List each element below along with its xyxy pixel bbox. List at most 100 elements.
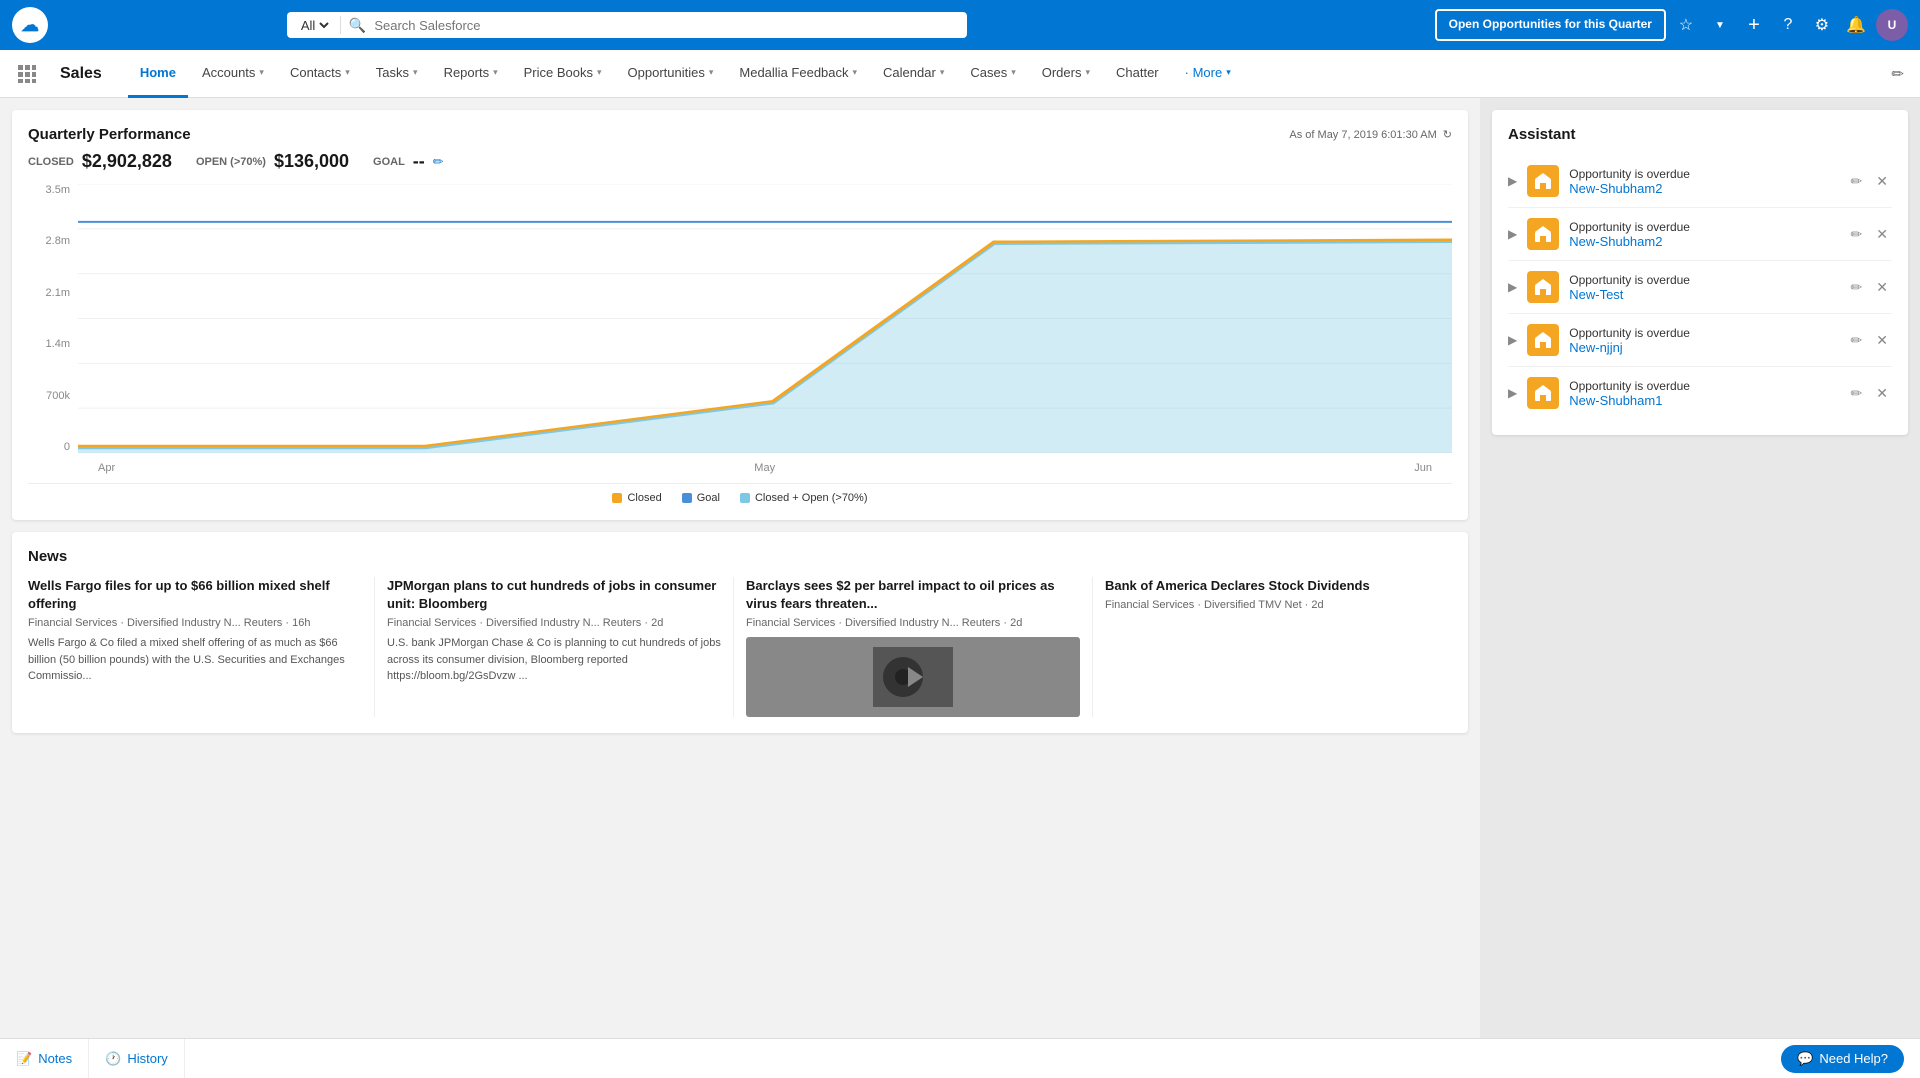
stat-closed: CLOSED $2,902,828 bbox=[28, 151, 172, 172]
notifications-icon[interactable]: 🔔 bbox=[1842, 11, 1870, 39]
history-item[interactable]: 🕐 History bbox=[89, 1039, 185, 1078]
news-headline-0[interactable]: Wells Fargo files for up to $66 billion … bbox=[28, 577, 362, 613]
opp-link-3[interactable]: New-njjnj bbox=[1569, 340, 1836, 355]
nav-edit-icon[interactable]: ✏ bbox=[1887, 61, 1908, 87]
close-button-3[interactable]: ✕ bbox=[1872, 330, 1892, 351]
assistant-chevron-2[interactable]: ▶ bbox=[1508, 280, 1517, 294]
left-panel: Quarterly Performance As of May 7, 2019 … bbox=[0, 98, 1480, 1038]
nav-item-chatter[interactable]: Chatter bbox=[1104, 50, 1171, 98]
open-opportunities-button[interactable]: Open Opportunities for this Quarter bbox=[1435, 9, 1666, 41]
y-label-2-1m: 2.1m bbox=[46, 287, 70, 299]
nav-label-opportunities: Opportunities bbox=[628, 65, 705, 80]
pricebooks-chevron-icon: ▾ bbox=[597, 67, 602, 78]
nav-label-chatter: Chatter bbox=[1116, 65, 1159, 80]
nav-label-cases: Cases bbox=[970, 65, 1007, 80]
edit-button-2[interactable]: ✏ bbox=[1847, 277, 1867, 298]
avatar[interactable]: U bbox=[1876, 9, 1908, 41]
close-button-2[interactable]: ✕ bbox=[1872, 277, 1892, 298]
nav-label-tasks: Tasks bbox=[376, 65, 409, 80]
edit-button-1[interactable]: ✏ bbox=[1847, 224, 1867, 245]
legend-label-open: Closed + Open (>70%) bbox=[755, 492, 868, 504]
assistant-chevron-1[interactable]: ▶ bbox=[1508, 227, 1517, 241]
open-value: $136,000 bbox=[274, 151, 349, 172]
news-headline-3[interactable]: Bank of America Declares Stock Dividends bbox=[1105, 577, 1440, 595]
assistant-item-0: ▶ Opportunity is overdue New-Shubham2 ✏ … bbox=[1508, 155, 1892, 208]
goal-edit-icon[interactable]: ✏ bbox=[433, 154, 444, 170]
assistant-icon-2 bbox=[1527, 271, 1559, 303]
calendar-chevron-icon: ▾ bbox=[940, 67, 945, 78]
salesforce-logo[interactable]: ☁ bbox=[12, 7, 48, 43]
edit-button-4[interactable]: ✏ bbox=[1847, 383, 1867, 404]
cases-chevron-icon: ▾ bbox=[1011, 67, 1016, 78]
close-button-1[interactable]: ✕ bbox=[1872, 224, 1892, 245]
search-divider bbox=[340, 16, 341, 34]
nav-item-accounts[interactable]: Accounts ▾ bbox=[190, 50, 276, 98]
news-meta-1: Financial Services · Diversified Industr… bbox=[387, 617, 721, 629]
nav-item-contacts[interactable]: Contacts ▾ bbox=[278, 50, 362, 98]
search-filter-select[interactable]: All bbox=[297, 17, 332, 34]
nav-item-more[interactable]: · More ▾ bbox=[1173, 50, 1243, 98]
news-headline-2[interactable]: Barclays sees $2 per barrel impact to oi… bbox=[746, 577, 1080, 613]
nav-item-pricebooks[interactable]: Price Books ▾ bbox=[512, 50, 614, 98]
app-launcher-icon[interactable] bbox=[12, 59, 42, 89]
close-button-0[interactable]: ✕ bbox=[1872, 171, 1892, 192]
assistant-actions-0: ✏ ✕ bbox=[1847, 171, 1892, 192]
assistant-text-0: Opportunity is overdue New-Shubham2 bbox=[1569, 167, 1836, 196]
favorites-icon[interactable]: ☆ bbox=[1672, 11, 1700, 39]
nav-item-home[interactable]: Home bbox=[128, 50, 188, 98]
chart-y-labels: 3.5m 2.8m 2.1m 1.4m 700k 0 bbox=[28, 184, 78, 453]
settings-icon[interactable]: ⚙ bbox=[1808, 11, 1836, 39]
edit-button-3[interactable]: ✏ bbox=[1847, 330, 1867, 351]
nav-item-cases[interactable]: Cases ▾ bbox=[958, 50, 1027, 98]
opp-link-2[interactable]: New-Test bbox=[1569, 287, 1836, 302]
history-label: History bbox=[127, 1051, 167, 1066]
refresh-icon[interactable]: ↻ bbox=[1443, 128, 1452, 141]
nav-label-accounts: Accounts bbox=[202, 65, 255, 80]
opportunities-chevron-icon: ▾ bbox=[709, 67, 714, 78]
add-icon[interactable]: + bbox=[1740, 11, 1768, 39]
notes-icon: 📝 bbox=[16, 1051, 32, 1067]
help-icon[interactable]: ? bbox=[1774, 11, 1802, 39]
nav-item-calendar[interactable]: Calendar ▾ bbox=[871, 50, 956, 98]
nav-item-medallia[interactable]: Medallia Feedback ▾ bbox=[727, 50, 869, 98]
overdue-text-4: Opportunity is overdue bbox=[1569, 379, 1836, 393]
bottom-bar: 📝 Notes 🕐 History 💬 Need Help? bbox=[0, 1038, 1920, 1078]
top-bar: ☁ All 🔍 Open Opportunities for this Quar… bbox=[0, 0, 1920, 50]
assistant-item-2: ▶ Opportunity is overdue New-Test ✏ ✕ bbox=[1508, 261, 1892, 314]
favorites-dropdown-icon[interactable]: ▼ bbox=[1706, 11, 1734, 39]
nav-item-tasks[interactable]: Tasks ▾ bbox=[364, 50, 430, 98]
assistant-actions-2: ✏ ✕ bbox=[1847, 277, 1892, 298]
performance-card-header: Quarterly Performance As of May 7, 2019 … bbox=[28, 126, 1452, 143]
medallia-chevron-icon: ▾ bbox=[853, 67, 858, 78]
search-input[interactable] bbox=[374, 18, 957, 33]
nav-item-opportunities[interactable]: Opportunities ▾ bbox=[616, 50, 726, 98]
chart-x-labels: Apr May Jun bbox=[78, 453, 1452, 483]
stat-open: OPEN (>70%) $136,000 bbox=[196, 151, 349, 172]
close-button-4[interactable]: ✕ bbox=[1872, 383, 1892, 404]
opp-link-4[interactable]: New-Shubham1 bbox=[1569, 393, 1836, 408]
notes-label: Notes bbox=[38, 1051, 72, 1066]
assistant-chevron-3[interactable]: ▶ bbox=[1508, 333, 1517, 347]
history-icon: 🕐 bbox=[105, 1051, 121, 1067]
need-help-button[interactable]: 💬 Need Help? bbox=[1781, 1045, 1904, 1073]
legend-open: Closed + Open (>70%) bbox=[740, 492, 868, 504]
news-meta-2: Financial Services · Diversified Industr… bbox=[746, 617, 1080, 629]
notes-item[interactable]: 📝 Notes bbox=[16, 1039, 89, 1078]
nav-item-reports[interactable]: Reports ▾ bbox=[432, 50, 510, 98]
opp-link-0[interactable]: New-Shubham2 bbox=[1569, 181, 1836, 196]
search-icon: 🔍 bbox=[349, 17, 366, 34]
overdue-text-0: Opportunity is overdue bbox=[1569, 167, 1836, 181]
edit-button-0[interactable]: ✏ bbox=[1847, 171, 1867, 192]
assistant-chevron-0[interactable]: ▶ bbox=[1508, 174, 1517, 188]
nav-label-calendar: Calendar bbox=[883, 65, 936, 80]
closed-value: $2,902,828 bbox=[82, 151, 172, 172]
chart-svg-area bbox=[78, 184, 1452, 453]
nav-item-orders[interactable]: Orders ▾ bbox=[1030, 50, 1102, 98]
nav-label-pricebooks: Price Books bbox=[524, 65, 593, 80]
assistant-card: Assistant ▶ Opportunity is overdue New-S… bbox=[1492, 110, 1908, 435]
news-headline-1[interactable]: JPMorgan plans to cut hundreds of jobs i… bbox=[387, 577, 721, 613]
assistant-text-1: Opportunity is overdue New-Shubham2 bbox=[1569, 220, 1836, 249]
assistant-chevron-4[interactable]: ▶ bbox=[1508, 386, 1517, 400]
opp-link-1[interactable]: New-Shubham2 bbox=[1569, 234, 1836, 249]
more-chevron-icon: ▾ bbox=[1226, 67, 1231, 78]
